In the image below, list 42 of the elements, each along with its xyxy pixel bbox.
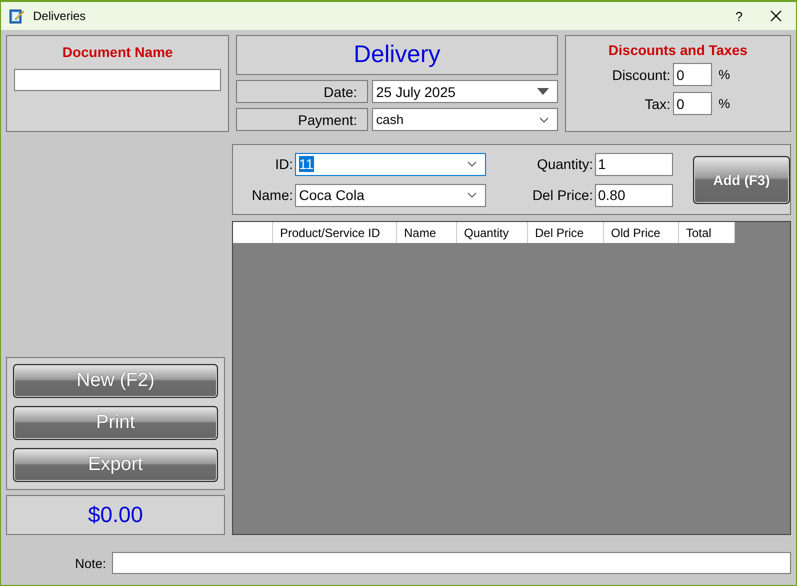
total-amount: $0.00 — [6, 495, 225, 535]
add-button[interactable]: Add (F3) — [693, 156, 790, 204]
discounts-heading: Discounts and Taxes — [608, 42, 748, 58]
id-dropdown[interactable]: 11 — [295, 152, 486, 176]
note-label: Note: — [75, 556, 106, 570]
column-header[interactable]: Name — [397, 222, 457, 243]
payment-label: Payment: — [236, 108, 368, 131]
quantity-label: Quantity: — [536, 156, 594, 172]
price-field[interactable]: 0.80 — [595, 184, 673, 206]
column-header[interactable]: Product/Service ID — [273, 222, 397, 243]
note-field[interactable] — [112, 552, 791, 574]
percent-field[interactable]: 0 — [673, 63, 712, 86]
document-name-heading: Document Name — [62, 44, 173, 60]
dropdown-chevron-icon — [467, 161, 477, 167]
help-button[interactable]: ? — [724, 8, 754, 24]
percent-unit: % — [718, 67, 730, 82]
id-label: ID: — [274, 156, 294, 172]
delivery-title: Delivery — [236, 35, 558, 75]
column-header[interactable]: Old Price — [604, 222, 679, 243]
date-label: Date: — [236, 80, 368, 103]
dropdown-chevron-icon — [467, 192, 477, 198]
discount-field-label: Tax: — [644, 96, 670, 112]
document-name-field[interactable] — [14, 69, 222, 91]
discount-field-label: Discount: — [612, 66, 670, 82]
date-picker[interactable]: 25 July 2025 — [372, 80, 558, 103]
price-label: Del Price: — [531, 187, 594, 203]
action-button[interactable]: New (F2) — [13, 364, 218, 398]
close-icon[interactable] — [770, 10, 782, 22]
name-dropdown[interactable]: Coca Cola — [295, 184, 486, 206]
quantity-field[interactable]: 1 — [595, 152, 673, 176]
payment-dropdown[interactable]: cash — [372, 108, 558, 131]
column-header[interactable]: Quantity — [457, 222, 528, 243]
percent-field[interactable]: 0 — [673, 92, 712, 115]
dropdown-arrow-icon — [536, 88, 549, 95]
dropdown-chevron-icon — [538, 116, 549, 122]
column-header[interactable]: Del Price — [528, 222, 604, 243]
action-button[interactable]: Export — [13, 448, 218, 482]
window-title: Deliveries — [33, 9, 87, 23]
column-header[interactable]: Total — [679, 222, 735, 243]
app-icon — [9, 8, 25, 24]
name-label: Name: — [250, 187, 294, 203]
percent-unit: % — [718, 96, 730, 111]
